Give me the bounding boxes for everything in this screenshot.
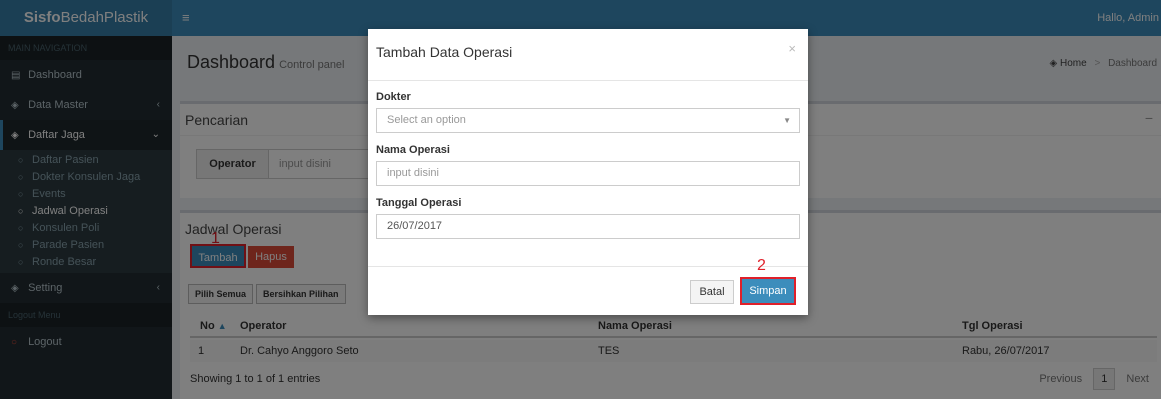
doctor-select-placeholder: Select an option [387,114,466,126]
operation-name-label: Nama Operasi [376,144,450,156]
operation-name-input[interactable]: input disini [376,161,800,186]
doctor-label: Dokter [376,91,411,103]
operation-date-input[interactable]: 26/07/2017 [376,214,800,239]
caret-down-icon: ▼ [783,116,791,125]
modal-title: Tambah Data Operasi [376,44,513,60]
doctor-select[interactable]: Select an option ▼ [376,108,800,133]
divider [368,80,808,81]
divider [368,266,808,267]
annotation-marker-2: 2 [757,257,766,274]
operation-date-label: Tanggal Operasi [376,197,462,209]
close-icon[interactable]: × [788,41,796,56]
add-operation-modal: Tambah Data Operasi × Dokter Select an o… [368,29,808,315]
cancel-button[interactable]: Batal [690,280,734,304]
save-button[interactable]: Simpan [740,277,796,305]
